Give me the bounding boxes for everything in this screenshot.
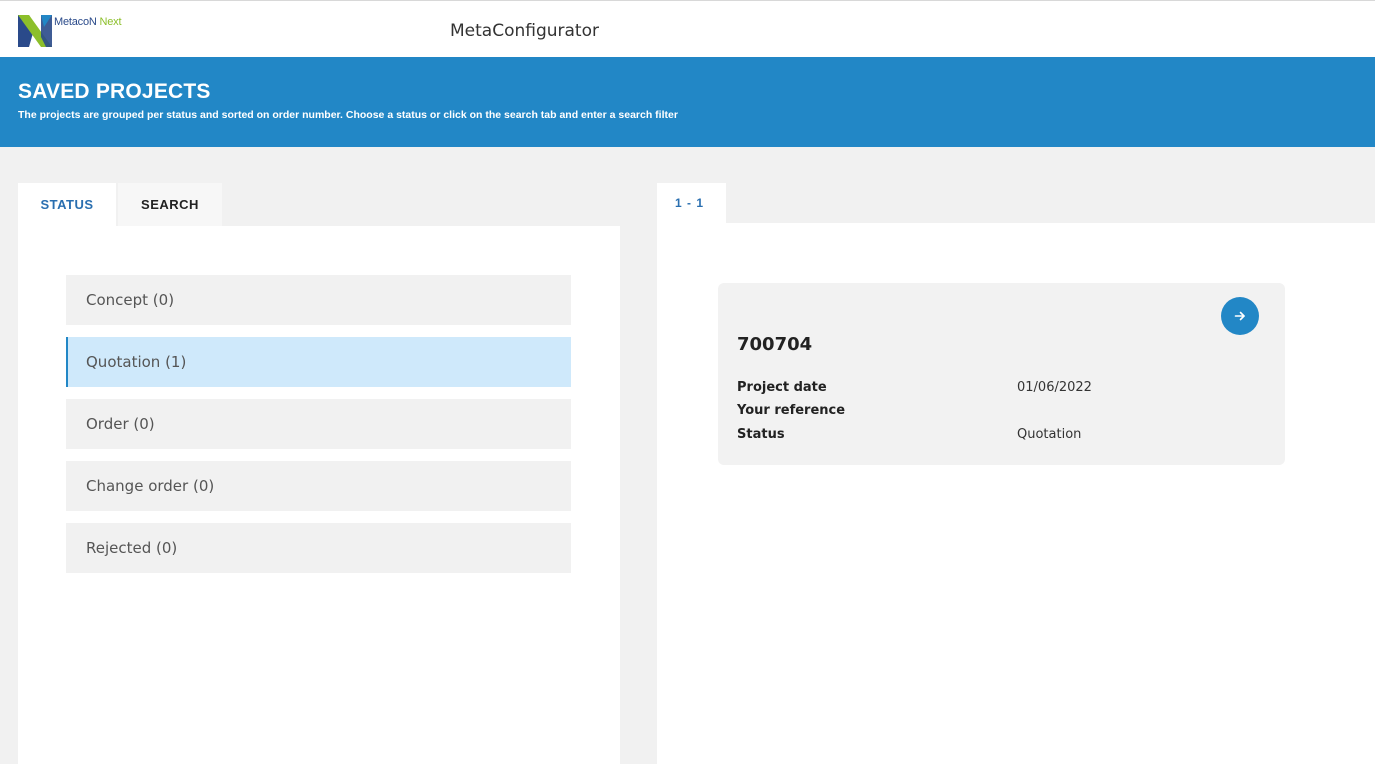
tab-search[interactable]: SEARCH (118, 183, 222, 226)
status-item-order[interactable]: Order (0) (66, 399, 571, 449)
project-card[interactable]: 700704 Project date 01/06/2022 Your refe… (718, 283, 1285, 465)
status-item-quotation[interactable]: Quotation (1) (66, 337, 571, 387)
status-value: Quotation (1017, 427, 1082, 442)
project-date-label: Project date (737, 380, 827, 395)
logo[interactable]: MetacoN Next (18, 13, 122, 47)
your-reference-label: Your reference (737, 403, 846, 418)
page-subtitle: The projects are grouped per status and … (18, 109, 678, 121)
app-title: MetaConfigurator (450, 21, 599, 41)
project-date-value: 01/06/2022 (1017, 380, 1092, 395)
project-number: 700704 (737, 334, 813, 355)
open-project-button[interactable] (1221, 297, 1259, 335)
logo-text-primary: MetacoN (54, 16, 97, 28)
logo-text: MetacoN Next (54, 16, 122, 28)
status-item-concept[interactable]: Concept (0) (66, 275, 571, 325)
filter-tabs: STATUS SEARCH (18, 183, 222, 226)
tab-page-range[interactable]: 1 - 1 (657, 183, 726, 223)
status-panel: Concept (0) Quotation (1) Order (0) Chan… (18, 226, 620, 764)
status-label: Status (737, 427, 785, 442)
status-item-change-order[interactable]: Change order (0) (66, 461, 571, 511)
top-bar: MetacoN Next MetaConfigurator (0, 0, 1375, 57)
arrow-right-icon (1234, 311, 1245, 321)
status-item-rejected[interactable]: Rejected (0) (66, 523, 571, 573)
results-tab-strip (726, 183, 1375, 223)
app: MetacoN Next MetaConfigurator SAVED PROJ… (0, 0, 1375, 764)
logo-text-secondary: Next (96, 16, 122, 28)
page-title: SAVED PROJECTS (18, 80, 211, 103)
metacon-logo-icon (18, 15, 52, 47)
tab-status[interactable]: STATUS (18, 183, 116, 226)
page-banner: SAVED PROJECTS The projects are grouped … (0, 57, 1375, 147)
results-panel: 700704 Project date 01/06/2022 Your refe… (657, 223, 1375, 764)
